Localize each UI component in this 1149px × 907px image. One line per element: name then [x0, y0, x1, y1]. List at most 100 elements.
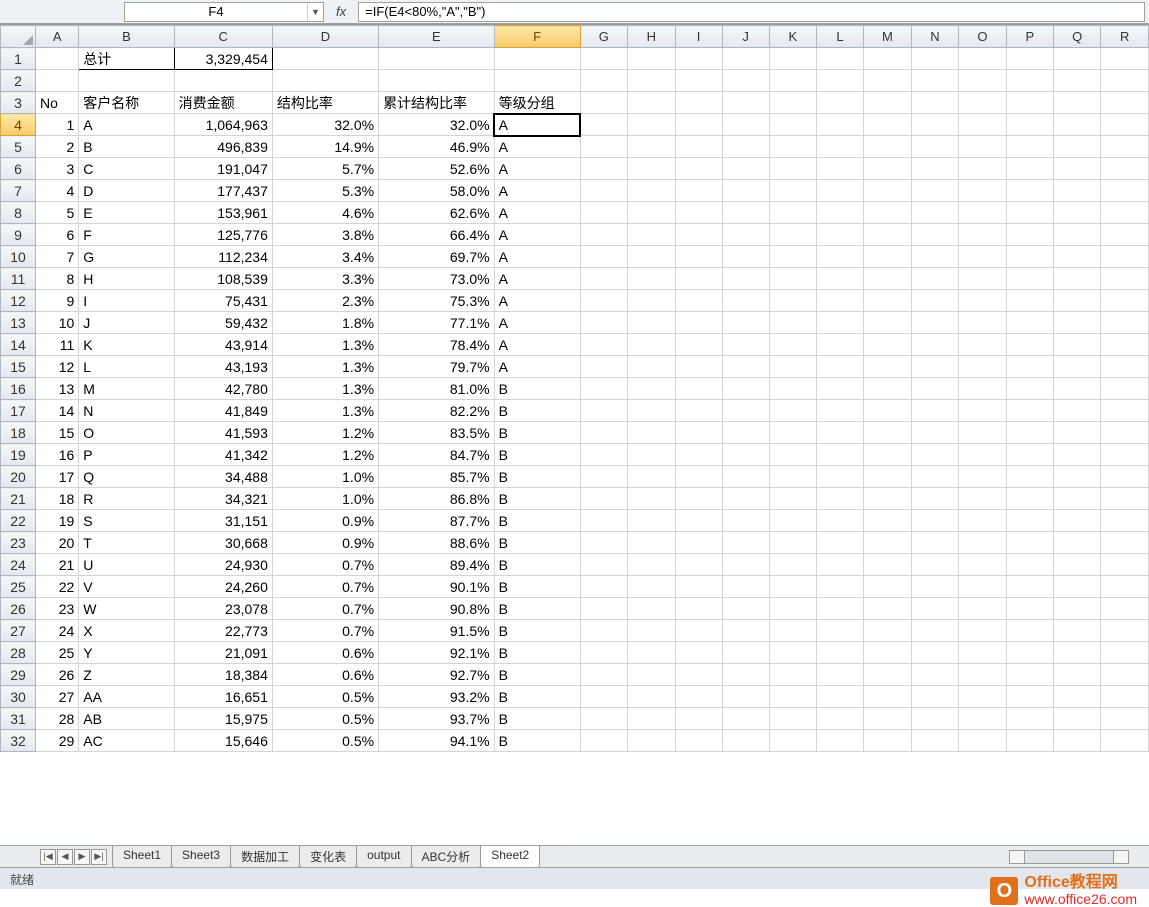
row-header-8[interactable]: 8 [1, 202, 36, 224]
col-header-C[interactable]: C [174, 26, 272, 48]
cell[interactable] [959, 290, 1007, 312]
cell[interactable] [722, 532, 769, 554]
cell[interactable] [580, 290, 628, 312]
cell-cum[interactable]: 81.0% [379, 378, 495, 400]
cell[interactable] [580, 180, 628, 202]
cell[interactable] [675, 576, 722, 598]
row-header-13[interactable]: 13 [1, 312, 36, 334]
cell[interactable] [675, 400, 722, 422]
cell-no[interactable]: 11 [36, 334, 79, 356]
cell-pct[interactable]: 0.7% [272, 576, 378, 598]
cell[interactable] [769, 466, 816, 488]
cell-cum[interactable]: 94.1% [379, 730, 495, 752]
cell[interactable] [722, 422, 769, 444]
cell-no[interactable]: 15 [36, 422, 79, 444]
cell-cum[interactable]: 86.8% [379, 488, 495, 510]
cell-amount[interactable]: 34,488 [174, 466, 272, 488]
cell-grade[interactable]: B [494, 664, 580, 686]
cell[interactable] [272, 48, 378, 70]
cell[interactable] [628, 532, 675, 554]
col-header-A[interactable]: A [36, 26, 79, 48]
cell-grade[interactable]: B [494, 620, 580, 642]
cell[interactable] [675, 92, 722, 114]
cell-no[interactable]: 8 [36, 268, 79, 290]
cell-no[interactable]: 23 [36, 598, 79, 620]
cell[interactable] [911, 466, 958, 488]
cell-no[interactable]: 7 [36, 246, 79, 268]
cell-name[interactable]: O [79, 422, 174, 444]
formula-input[interactable]: =IF(E4<80%,"A","B") [358, 2, 1145, 22]
cell[interactable] [675, 642, 722, 664]
cell[interactable] [1101, 554, 1149, 576]
row-header-17[interactable]: 17 [1, 400, 36, 422]
cell[interactable] [816, 510, 863, 532]
cell[interactable] [959, 180, 1007, 202]
header-F[interactable]: 等级分组 [494, 92, 580, 114]
cell-name[interactable]: I [79, 290, 174, 312]
cell-cum[interactable]: 75.3% [379, 290, 495, 312]
cell-amount[interactable]: 41,342 [174, 444, 272, 466]
cell-pct[interactable]: 1.2% [272, 422, 378, 444]
cell-grade[interactable]: A [494, 356, 580, 378]
cell[interactable] [580, 488, 628, 510]
cell[interactable] [1006, 224, 1053, 246]
cell[interactable] [1053, 136, 1101, 158]
cell[interactable] [959, 598, 1007, 620]
cell[interactable] [675, 136, 722, 158]
cell-grade[interactable]: A [494, 246, 580, 268]
cell[interactable] [580, 598, 628, 620]
cell[interactable] [911, 708, 958, 730]
cell[interactable] [1101, 312, 1149, 334]
cell[interactable] [911, 224, 958, 246]
cell[interactable] [911, 158, 958, 180]
cell-pct[interactable]: 0.9% [272, 532, 378, 554]
cell[interactable] [494, 48, 580, 70]
cell-cum[interactable]: 90.1% [379, 576, 495, 598]
cell[interactable] [959, 400, 1007, 422]
cell-name[interactable]: U [79, 554, 174, 576]
cell[interactable] [911, 356, 958, 378]
cell[interactable] [1101, 664, 1149, 686]
cell[interactable] [911, 686, 958, 708]
tab-nav-next-icon[interactable]: ▶ [74, 849, 90, 865]
cell-grade[interactable]: A [494, 158, 580, 180]
horizontal-scrollbar[interactable] [1009, 850, 1129, 864]
cell[interactable] [722, 664, 769, 686]
row-header-9[interactable]: 9 [1, 224, 36, 246]
cell-pct[interactable]: 5.7% [272, 158, 378, 180]
cell-grade[interactable]: B [494, 466, 580, 488]
cell[interactable] [1006, 466, 1053, 488]
cell[interactable] [722, 642, 769, 664]
cell-pct[interactable]: 2.3% [272, 290, 378, 312]
cell[interactable] [628, 598, 675, 620]
cell[interactable] [816, 686, 863, 708]
col-header-F[interactable]: F [494, 26, 580, 48]
cell-cum[interactable]: 91.5% [379, 620, 495, 642]
cell-amount[interactable]: 34,321 [174, 488, 272, 510]
cell[interactable] [911, 246, 958, 268]
cell[interactable] [494, 70, 580, 92]
cell-amount[interactable]: 24,930 [174, 554, 272, 576]
cell[interactable] [959, 664, 1007, 686]
cell[interactable] [1006, 158, 1053, 180]
cell[interactable] [1006, 664, 1053, 686]
row-header-32[interactable]: 32 [1, 730, 36, 752]
cell[interactable] [722, 400, 769, 422]
row-header-3[interactable]: 3 [1, 92, 36, 114]
cell[interactable] [911, 400, 958, 422]
row-header-12[interactable]: 12 [1, 290, 36, 312]
cell-cum[interactable]: 87.7% [379, 510, 495, 532]
cell[interactable] [959, 642, 1007, 664]
cell[interactable] [816, 180, 863, 202]
cell[interactable] [816, 70, 863, 92]
cell[interactable] [1053, 246, 1101, 268]
cell[interactable] [816, 114, 863, 136]
cell-name[interactable]: K [79, 334, 174, 356]
cell[interactable] [722, 708, 769, 730]
cell-no[interactable]: 25 [36, 642, 79, 664]
cell[interactable] [628, 268, 675, 290]
cell[interactable] [675, 70, 722, 92]
cell-cum[interactable]: 84.7% [379, 444, 495, 466]
row-header-16[interactable]: 16 [1, 378, 36, 400]
cell-grade[interactable]: A [494, 202, 580, 224]
